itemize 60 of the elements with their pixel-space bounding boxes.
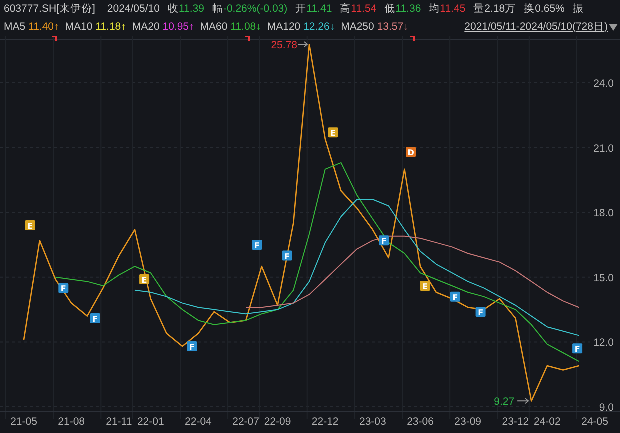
signal-badge: F [379, 236, 390, 246]
x-axis-label: 22-01 [137, 416, 164, 428]
ma-legend-item: MA120 12.26↓ [267, 21, 336, 33]
dropdown-caret-icon [609, 24, 618, 30]
signal-badge: F [282, 250, 292, 262]
signal-badge: F [90, 313, 100, 324]
y-axis-label: 15.0 [594, 272, 614, 284]
x-axis-label: 23-03 [360, 416, 386, 428]
signal-badge: F [450, 292, 460, 302]
x-axis-label: 22-04 [185, 416, 212, 428]
x-axis-label: 22-09 [264, 416, 292, 428]
y-axis-label: 21.0 [594, 142, 614, 155]
signal-badge: F [187, 342, 198, 352]
flag-icon [245, 36, 250, 41]
ma-legend-item: MA60 11.08↓ [200, 21, 262, 33]
ma-legend-item: MA5 11.40↑ [4, 21, 60, 33]
quote-item: 均11.45 [429, 2, 466, 16]
quote-item: 收11.39 [168, 2, 204, 16]
x-axis-label: 24-05 [582, 416, 608, 428]
x-axis-label: 21-11 [106, 416, 132, 428]
quote-date: 2024/05/10 [107, 3, 160, 15]
quote-item: 换0.65% [524, 2, 565, 16]
quote-item: 高11.54 [340, 2, 377, 16]
quote-item: 低11.36 [384, 2, 422, 16]
signal-badge: E [420, 281, 430, 292]
quote-item: 幅-0.26%(-0.03) [212, 2, 288, 16]
arrow-icon [298, 42, 308, 48]
signal-badge: F [476, 306, 486, 318]
x-axis-label: 21-08 [58, 416, 86, 428]
signal-badge: E [328, 128, 338, 138]
quote-item: 开11.41 [296, 2, 332, 16]
x-axis-label: 22-07 [232, 416, 260, 428]
quote-item: 振 [572, 2, 584, 16]
signal-badge: F [252, 240, 262, 250]
high-price-label: 25.78 [271, 40, 298, 52]
signal-badge: F [58, 283, 69, 294]
x-axis-label: 23-09 [454, 416, 482, 428]
x-axis-label: 21-05 [10, 416, 38, 428]
ma-legend-item: MA20 10.95↑ [132, 21, 194, 33]
y-axis-label: 9.0 [599, 402, 614, 414]
ma-legend-item: MA10 11.18↑ [65, 21, 126, 33]
signal-badge: D [406, 147, 416, 158]
y-axis-label: 18.0 [594, 208, 614, 220]
signal-badge: F [572, 344, 583, 354]
quote-item: 量2.18万 [474, 2, 516, 16]
signal-badge: E [25, 220, 36, 232]
x-axis-label: 24-02 [534, 416, 561, 428]
stock-symbol: 603777.SH[来伊份] [4, 2, 96, 16]
low-price-label: 9.27 [494, 396, 515, 408]
date-range-dropdown[interactable]: 2021/05/11-2024/05/10(728日) [464, 20, 620, 34]
flag-icon [52, 36, 57, 41]
x-axis-label: 23-06 [407, 416, 434, 428]
y-axis-label: 12.0 [594, 337, 614, 350]
signal-badge: E [140, 274, 150, 286]
flag-icon [410, 36, 415, 41]
arrow-icon [517, 398, 530, 404]
ma-legend-item: MA250 13.57↓ [341, 21, 409, 33]
y-axis-label: 24.0 [594, 78, 614, 90]
x-axis-label: 22-12 [312, 416, 339, 428]
x-axis-label: 23-12 [502, 416, 530, 428]
